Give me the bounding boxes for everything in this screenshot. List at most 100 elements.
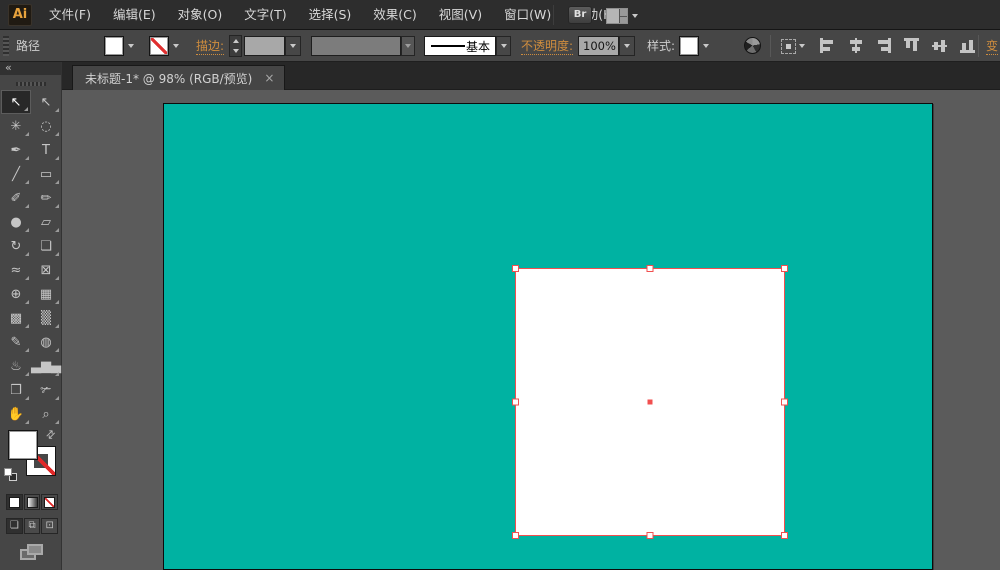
gradient-tool[interactable]: ▒ (31, 306, 61, 330)
stroke-panel-link[interactable]: 描边: (196, 30, 225, 62)
selection-handle-middle-right[interactable] (781, 398, 788, 406)
menu-type[interactable]: 文字(T) (233, 0, 297, 30)
stroke-color-dropdown[interactable] (169, 36, 182, 56)
blend-tool[interactable]: ◍ (31, 330, 61, 354)
swap-fill-stroke-icon[interactable]: ⇄ (43, 427, 59, 443)
brush-definition-input[interactable] (311, 36, 401, 56)
bridge-button[interactable]: Br (568, 6, 592, 24)
document-tab[interactable]: 未标题-1* @ 98% (RGB/预览) × (72, 65, 286, 90)
horizontal-align-right-icon[interactable] (876, 38, 891, 53)
fill-color-swatch[interactable] (104, 36, 124, 56)
selection-handle-bottom-right[interactable] (781, 532, 788, 539)
selection-handle-top-right[interactable] (781, 265, 788, 272)
paintbrush-tool[interactable]: ✐ (1, 186, 31, 210)
tab-close-icon[interactable]: × (264, 72, 274, 84)
graphic-style-dropdown[interactable] (699, 36, 712, 56)
canvas-pasteboard[interactable] (62, 90, 1000, 570)
menu-file[interactable]: 文件(F) (38, 0, 102, 30)
selected-rectangle[interactable] (512, 265, 788, 539)
stroke-color-control[interactable] (149, 36, 182, 56)
magic-wand-tool[interactable]: ✳ (1, 114, 31, 138)
none-button[interactable] (41, 494, 59, 510)
transform-panel-link[interactable]: 变 (986, 30, 999, 62)
artboard[interactable] (163, 103, 933, 570)
type-tool[interactable]: T (31, 138, 61, 162)
zoom-tool[interactable]: ⌕ (31, 402, 61, 426)
recolor-artwork-icon[interactable] (744, 37, 761, 54)
pencil-tool[interactable]: ✏ (31, 186, 61, 210)
line-segment-tool[interactable]: ╱ (1, 162, 31, 186)
menu-select[interactable]: 选择(S) (298, 0, 363, 30)
stroke-width-dropdown[interactable] (285, 36, 301, 56)
column-graph-tool[interactable]: ▃▆▄ (31, 354, 61, 378)
control-bar-grip[interactable] (3, 36, 9, 56)
symbol-sprayer-tool[interactable]: ♨ (1, 354, 31, 378)
eraser-tool[interactable]: ▱ (31, 210, 61, 234)
stroke-width-input[interactable] (244, 36, 285, 56)
brush-definition-dropdown[interactable] (401, 36, 415, 56)
free-transform-tool[interactable]: ⊠ (31, 258, 61, 282)
vertical-align-center-icon[interactable] (932, 38, 947, 53)
blob-brush-tool[interactable]: ● (1, 210, 31, 234)
default-fill-stroke-icon[interactable] (4, 468, 18, 482)
opacity-input[interactable]: 100% (578, 36, 619, 56)
color-button[interactable] (6, 494, 23, 510)
draw-behind-mode-button[interactable]: ⧉ (23, 518, 41, 534)
selection-handle-bottom-center[interactable] (646, 532, 654, 539)
tools-panel-collapse-button[interactable]: « (0, 62, 61, 75)
horizontal-align-left-icon[interactable] (820, 38, 835, 53)
rotate-tool[interactable]: ↻ (1, 234, 31, 258)
fill-color-control[interactable] (104, 36, 137, 56)
selection-handle-middle-left[interactable] (512, 398, 519, 406)
chevron-down-icon (500, 44, 507, 48)
eyedropper-tool[interactable]: ✎ (1, 330, 31, 354)
control-bar-separator (770, 35, 771, 57)
opacity-dropdown[interactable] (619, 36, 635, 56)
vertical-align-top-icon[interactable] (904, 38, 919, 53)
stepper-up-icon[interactable] (232, 39, 239, 43)
selection-handle-bottom-left[interactable] (512, 532, 519, 539)
stepper-down-icon[interactable] (232, 49, 239, 53)
selection-handle-top-center[interactable] (646, 265, 654, 272)
width-tool[interactable]: ≈ (1, 258, 31, 282)
gradient-button[interactable] (23, 494, 41, 510)
vertical-align-bottom-icon[interactable] (960, 38, 975, 53)
perspective-grid-tool[interactable]: ▦ (31, 282, 61, 306)
none-chip-icon (44, 496, 56, 508)
scale-tool[interactable]: ❏ (31, 234, 61, 258)
selection-tool[interactable]: ↖ (1, 90, 31, 114)
shape-builder-tool[interactable]: ⊕ (1, 282, 31, 306)
align-to-selection-button[interactable] (781, 38, 807, 54)
stroke-width-stepper[interactable] (229, 35, 242, 57)
menu-view[interactable]: 视图(V) (428, 0, 493, 30)
artboard-tool[interactable]: ❒ (1, 378, 31, 402)
tools-panel-grip[interactable] (16, 82, 46, 86)
graphic-style-control[interactable] (679, 36, 712, 56)
mesh-tool[interactable]: ▩ (1, 306, 31, 330)
direct-selection-tool[interactable]: ↖ (31, 90, 61, 114)
selection-handle-top-left[interactable] (512, 265, 519, 272)
change-screen-mode-button[interactable] (20, 544, 44, 561)
draw-normal-mode-button[interactable]: ❏ (6, 518, 23, 534)
fill-proxy-swatch[interactable] (8, 430, 38, 460)
variable-width-profile-field[interactable]: 基本 (424, 36, 496, 56)
variable-width-profile-dropdown[interactable] (496, 36, 511, 56)
fill-color-dropdown[interactable] (124, 36, 137, 56)
pen-tool[interactable]: ✒ (1, 138, 31, 162)
slice-tool[interactable]: ✃ (31, 378, 61, 402)
menu-object[interactable]: 对象(O) (167, 0, 234, 30)
stroke-color-swatch-none[interactable] (149, 36, 169, 56)
workspace-switcher-button[interactable] (606, 7, 640, 24)
rectangle-tool[interactable]: ▭ (31, 162, 61, 186)
selection-center-point[interactable] (647, 399, 653, 405)
horizontal-align-center-icon[interactable] (848, 38, 863, 53)
opacity-panel-link[interactable]: 不透明度: (521, 30, 574, 62)
graphic-style-swatch[interactable] (679, 36, 699, 56)
lasso-tool[interactable]: ◌ (31, 114, 61, 138)
gradient-chip-icon (26, 496, 38, 508)
menu-window[interactable]: 窗口(W) (493, 0, 562, 30)
draw-inside-mode-button[interactable]: ⊡ (41, 518, 59, 534)
hand-tool[interactable]: ✋ (1, 402, 31, 426)
menu-effect[interactable]: 效果(C) (362, 0, 427, 30)
menu-edit[interactable]: 编辑(E) (102, 0, 167, 30)
